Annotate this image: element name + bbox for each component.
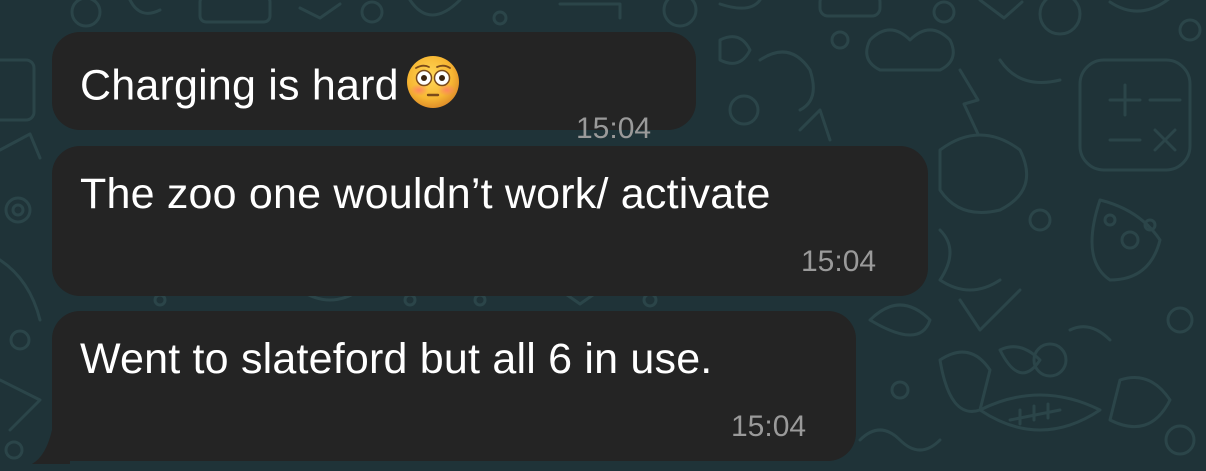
message-text: The zoo one wouldn’t work/ activate: [80, 170, 771, 218]
message-text: Charging is hard: [80, 54, 461, 122]
message-text: Went to slateford but all 6 in use.: [80, 335, 713, 383]
message-timestamp: 15:04: [576, 112, 652, 145]
message-bubble[interactable]: The zoo one wouldn’t work/ activate 15:0…: [52, 146, 928, 296]
message-timestamp: 15:04: [801, 245, 877, 278]
message-timestamp: 15:04: [731, 410, 807, 443]
message-bubble[interactable]: Charging is hard 15:04: [52, 32, 696, 145]
flushed-face-emoji: [405, 54, 461, 122]
message-bubble[interactable]: Went to slateford but all 6 in use. 15:0…: [52, 311, 856, 461]
